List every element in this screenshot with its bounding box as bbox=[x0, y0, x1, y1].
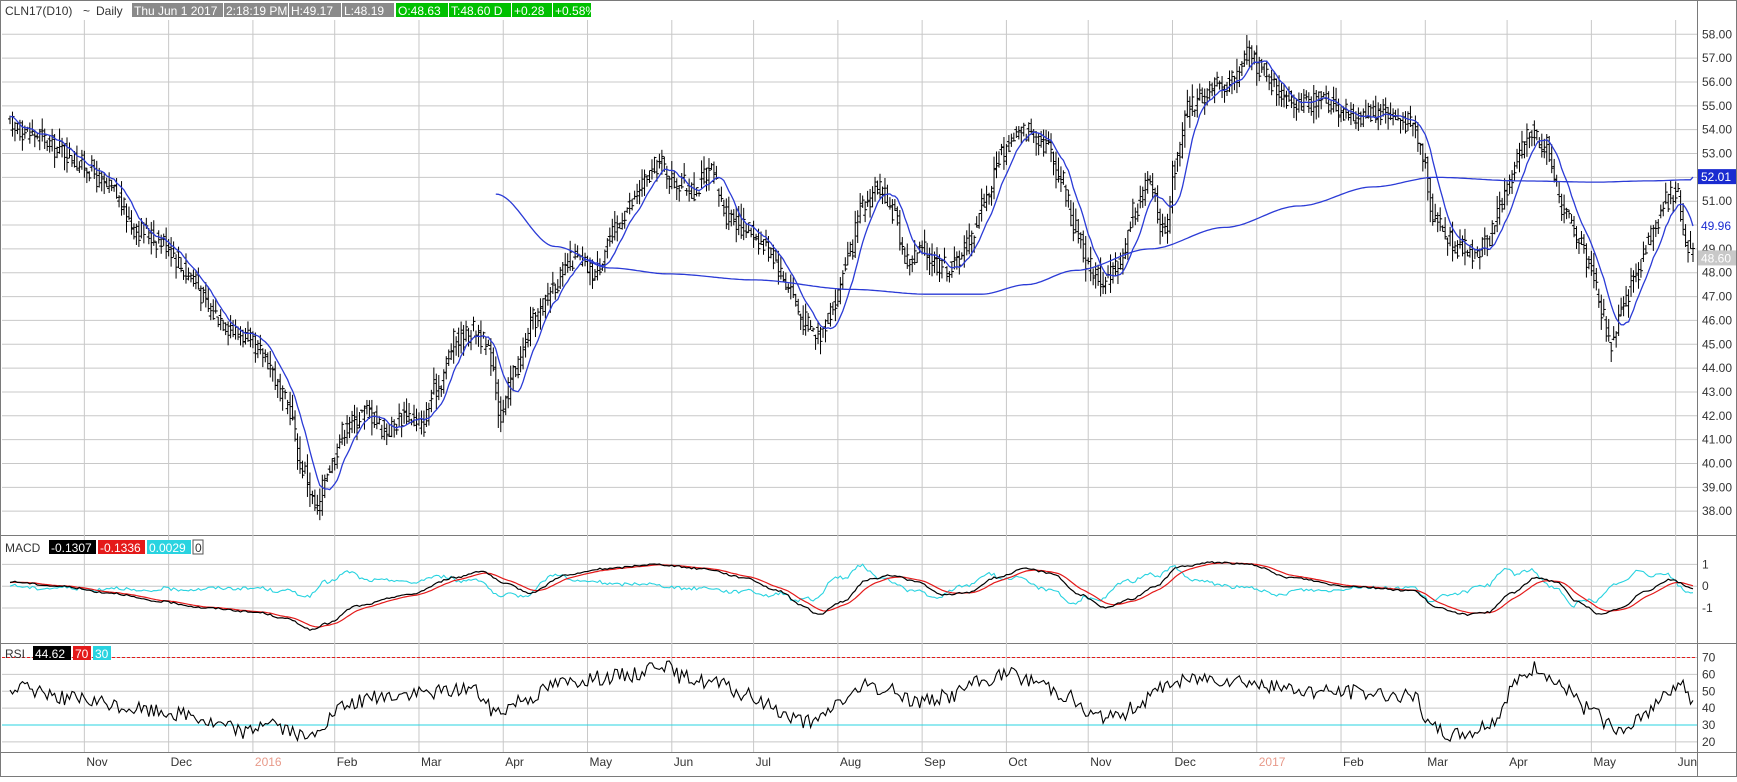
month-tick-label: Sep bbox=[924, 755, 946, 769]
macd-hist-value: 0.0029 bbox=[149, 541, 186, 555]
price-tick-label: 39.00 bbox=[1702, 480, 1732, 494]
macd-tick-label: 1 bbox=[1702, 557, 1709, 571]
month-tick-label: May bbox=[590, 755, 613, 769]
month-tick-label: Nov bbox=[86, 755, 107, 769]
price-tick-label: 45.00 bbox=[1702, 337, 1732, 351]
rsi-tick-label: 50 bbox=[1702, 684, 1716, 698]
price-tick-label: 40.00 bbox=[1702, 456, 1732, 470]
macd-tick-label: -1 bbox=[1702, 601, 1713, 615]
month-tick-label: Mar bbox=[1427, 755, 1448, 769]
month-tick-label: Mar bbox=[421, 755, 442, 769]
month-tick-label: Apr bbox=[1509, 755, 1528, 769]
price-tick-label: 55.00 bbox=[1702, 99, 1732, 113]
price-tick-label: 42.00 bbox=[1702, 409, 1732, 423]
time-label: 2:18:19 PM bbox=[226, 4, 287, 18]
price-tick-label: 57.00 bbox=[1702, 51, 1732, 65]
separator-label: ~ bbox=[83, 4, 90, 18]
rsi-value: 44.62 bbox=[35, 647, 65, 661]
high-label: H:49.17 bbox=[291, 4, 333, 18]
symbol-label: CLN17(D10) bbox=[5, 4, 72, 18]
month-tick-label: Aug bbox=[840, 755, 861, 769]
month-tick-label: 2017 bbox=[1259, 755, 1286, 769]
month-tick-label: Dec bbox=[1174, 755, 1195, 769]
month-tick-label: Jul bbox=[756, 755, 771, 769]
macd-legend: MACD -0.1307 -0.1336 0.0029 0 bbox=[5, 539, 204, 555]
price-tick-label: 48.00 bbox=[1702, 266, 1732, 280]
rsi-lower-value: 30 bbox=[95, 647, 109, 661]
change-pct-label: +0.58% bbox=[555, 4, 596, 18]
last-label: T:48.60 D bbox=[451, 4, 503, 18]
month-tick-label: May bbox=[1593, 755, 1616, 769]
price-tick-label: 46.00 bbox=[1702, 313, 1732, 327]
macd-value: -0.1307 bbox=[51, 541, 92, 555]
price-tick-label: 38.00 bbox=[1702, 504, 1732, 518]
month-tick-label: Jun bbox=[674, 755, 693, 769]
long-ma-tag-label: 52.01 bbox=[1701, 170, 1731, 184]
open-label: O:48.63 bbox=[398, 4, 441, 18]
rsi-tick-label: 20 bbox=[1702, 735, 1716, 749]
low-label: L:48.19 bbox=[344, 4, 384, 18]
last-price-tag-label: 48.60 bbox=[1701, 251, 1731, 265]
rsi-tick-label: 30 bbox=[1702, 718, 1716, 732]
price-tick-label: 41.00 bbox=[1702, 433, 1732, 447]
price-tick-label: 47.00 bbox=[1702, 290, 1732, 304]
month-tick-label: Nov bbox=[1090, 755, 1111, 769]
rsi-legend: RSI 44.62 70 30 bbox=[5, 646, 111, 661]
month-tick-label: 2016 bbox=[255, 755, 282, 769]
short-ma-tag-label: 49.96 bbox=[1701, 219, 1731, 233]
month-tick-label: Dec bbox=[171, 755, 192, 769]
price-tick-label: 53.00 bbox=[1702, 147, 1732, 161]
macd-tail-value: 0 bbox=[195, 541, 202, 555]
chart-area[interactable]: Nov Dec 2016 Feb Mar Apr May Jun Jul Aug Sep Oct Nov… bbox=[0, 0, 1737, 777]
month-tick-label: Apr bbox=[505, 755, 524, 769]
period-label: Daily bbox=[96, 4, 123, 18]
month-tick-label: Oct bbox=[1008, 755, 1027, 769]
macd-tick-label: 0 bbox=[1702, 579, 1709, 593]
change-label: +0.28 bbox=[514, 4, 545, 18]
price-tick-label: 54.00 bbox=[1702, 123, 1732, 137]
rsi-title: RSI bbox=[5, 647, 25, 661]
macd-title: MACD bbox=[5, 541, 41, 555]
price-tick-label: 58.00 bbox=[1702, 27, 1732, 41]
macd-signal-value: -0.1336 bbox=[100, 541, 141, 555]
date-label: Thu Jun 1 2017 bbox=[134, 4, 218, 18]
chart-svg[interactable]: Nov Dec 2016 Feb Mar Apr May Jun Jul Aug Sep Oct Nov… bbox=[0, 0, 1737, 777]
rsi-tick-label: 60 bbox=[1702, 667, 1716, 681]
rsi-tick-label: 40 bbox=[1702, 701, 1716, 715]
price-tick-label: 43.00 bbox=[1702, 385, 1732, 399]
month-tick-label: Feb bbox=[337, 755, 358, 769]
price-tick-label: 56.00 bbox=[1702, 75, 1732, 89]
rsi-tick-label: 70 bbox=[1702, 651, 1716, 665]
month-tick-label: Feb bbox=[1343, 755, 1364, 769]
rsi-upper-value: 70 bbox=[75, 647, 89, 661]
price-tick-label: 51.00 bbox=[1702, 194, 1732, 208]
chart-border bbox=[0, 0, 1737, 777]
price-tick-label: 44.00 bbox=[1702, 361, 1732, 375]
month-tick-label: Jun bbox=[1678, 755, 1697, 769]
